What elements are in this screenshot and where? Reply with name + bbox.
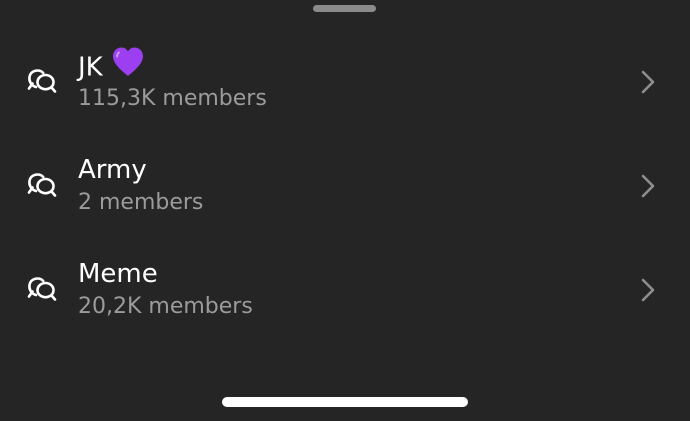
channel-title: Army	[78, 154, 147, 186]
chevron-right-icon	[638, 277, 658, 303]
channel-row-meme[interactable]: Meme 20,2K members	[0, 238, 690, 342]
broadcast-chat-icon	[26, 170, 58, 198]
broadcast-chat-icon	[26, 66, 58, 94]
home-indicator[interactable]	[222, 397, 468, 407]
channel-title: Meme	[78, 258, 158, 290]
chevron-right-icon	[638, 173, 658, 199]
channel-list: JK 115,3K members Army 2 members Meme 20…	[0, 30, 690, 342]
chevron-right-icon	[638, 69, 658, 95]
channel-row-jk[interactable]: JK 115,3K members	[0, 30, 690, 134]
channel-member-count: 20,2K members	[78, 294, 253, 319]
broadcast-chat-icon	[26, 274, 58, 302]
purple-heart-icon	[111, 46, 145, 86]
channel-name: JK	[78, 52, 103, 83]
channel-title: JK	[78, 47, 145, 86]
channel-member-count: 2 members	[78, 190, 204, 215]
sheet-grabber[interactable]	[313, 5, 376, 12]
channel-name: Meme	[78, 259, 158, 289]
channel-member-count: 115,3K members	[78, 86, 267, 111]
channel-name: Army	[78, 155, 147, 185]
channel-row-army[interactable]: Army 2 members	[0, 134, 690, 238]
